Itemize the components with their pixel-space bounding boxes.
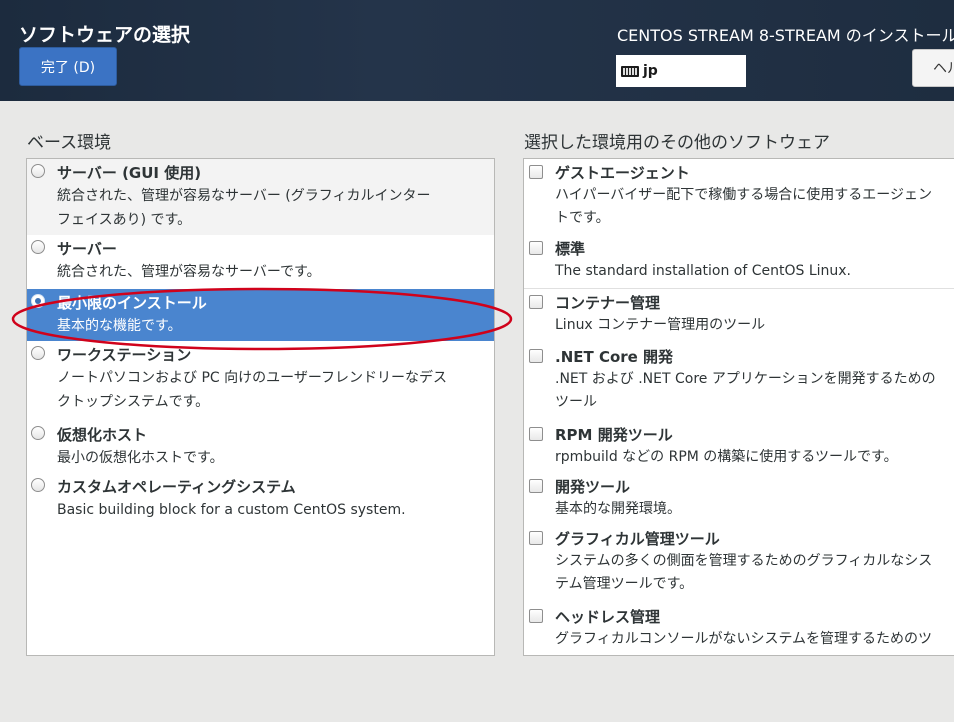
addons-list: ゲストエージェント ハイパーバイザー配下で稼働する場合に使用するエージェン トです… [523,158,954,656]
addon-desc: 基本的な開発環境。 [555,501,681,517]
env-item-virtualization-host[interactable]: 仮想化ホスト 最小の仮想化ホストです。 [27,421,494,473]
addon-name: .NET Core 開発 [555,348,674,366]
addons-label: 選択した環境用のその他のソフトウェア [524,133,830,153]
checkbox[interactable] [529,531,543,545]
env-item-workstation[interactable]: ワークステーション ノートパソコンおよび PC 向けのユーザーフレンドリーなデス… [27,341,494,421]
addon-desc: システムの多くの側面を管理するためのグラフィカルなシス テム管理ツールです。 [555,553,933,592]
addon-desc: Linux コンテナー管理用のツール [555,317,766,333]
keyboard-layout-label: jp [643,63,658,79]
radio-button[interactable] [31,346,45,360]
page-title: ソフトウェアの選択 [19,24,191,46]
keyboard-icon [621,65,639,77]
header-bar: ソフトウェアの選択 完了 (D) CENTOS STREAM 8-STREAM … [0,0,954,101]
radio-button[interactable] [31,478,45,492]
addon-desc: ハイパーバイザー配下で稼働する場合に使用するエージェン トです。 [555,187,933,226]
checkbox[interactable] [529,609,543,623]
env-name: 仮想化ホスト [57,426,148,444]
addon-name: グラフィカル管理ツール [555,530,720,548]
env-desc: 統合された、管理が容易なサーバー (グラフィカルインター フェイスあり) です。 [57,188,431,228]
radio-button[interactable] [31,164,45,178]
addon-desc: グラフィカルコンソールがないシステムを管理するためのツ [555,631,933,647]
addon-name: 標準 [555,240,586,258]
help-button[interactable]: ヘルプ [912,49,954,87]
done-button[interactable]: 完了 (D) [19,47,117,86]
checkbox[interactable] [529,241,543,255]
base-env-label: ベース環境 [27,133,112,153]
install-title: CENTOS STREAM 8-STREAM のインストール [617,26,954,45]
env-desc: ノートパソコンおよび PC 向けのユーザーフレンドリーなデス クトップシステムです… [57,370,447,410]
env-desc: 最小の仮想化ホストです。 [57,450,224,466]
addon-name: ゲストエージェント [555,164,690,182]
addon-item-rpm-dev-tools[interactable]: RPM 開発ツール rpmbuild などの RPM の構築に使用するツールです… [524,421,954,473]
addon-item-graphical-admin-tools[interactable]: グラフィカル管理ツール システムの多くの側面を管理するためのグラフィカルなシステ… [524,525,954,603]
checkbox[interactable] [529,165,543,179]
addon-desc: The standard installation of CentOS Linu… [555,263,852,279]
radio-button[interactable] [31,240,45,254]
env-desc: 基本的な機能です。 [57,318,182,334]
env-item-server[interactable]: サーバー 統合された、管理が容易なサーバーです。 [27,235,494,289]
env-item-custom-os[interactable]: カスタムオペレーティングシステム Basic building block fo… [27,473,494,525]
env-name: カスタムオペレーティングシステム [57,478,296,496]
base-env-list: サーバー (GUI 使用) 統合された、管理が容易なサーバー (グラフィカルイン… [26,158,495,656]
addon-name: 開発ツール [555,478,631,496]
addon-desc: rpmbuild などの RPM の構築に使用するツールです。 [555,449,898,465]
addon-name: RPM 開発ツール [555,426,673,444]
checkbox[interactable] [529,479,543,493]
checkbox[interactable] [529,295,543,309]
env-item-server-gui[interactable]: サーバー (GUI 使用) 統合された、管理が容易なサーバー (グラフィカルイン… [27,159,494,235]
checkbox[interactable] [529,427,543,441]
env-name: サーバー (GUI 使用) [57,164,202,182]
env-item-minimal-install[interactable]: 最小限のインストール 基本的な機能です。 [27,289,494,341]
addon-item-dotnet-core[interactable]: .NET Core 開発 .NET および .NET Core アプリケーション… [524,343,954,421]
addon-item-guest-agents[interactable]: ゲストエージェント ハイパーバイザー配下で稼働する場合に使用するエージェン トです… [524,159,954,235]
env-desc: 統合された、管理が容易なサーバーです。 [57,264,321,280]
env-name: ワークステーション [57,346,192,364]
addon-item-standard[interactable]: 標準 The standard installation of CentOS L… [524,235,954,289]
radio-button-selected[interactable] [31,294,45,308]
addon-desc: .NET および .NET Core アプリケーションを開発するための ツール [555,371,936,410]
addon-name: コンテナー管理 [555,294,661,312]
radio-button[interactable] [31,426,45,440]
checkbox[interactable] [529,349,543,363]
keyboard-layout-indicator[interactable]: jp [616,55,746,87]
env-name: 最小限のインストール [57,294,207,312]
env-desc: Basic building block for a custom CentOS… [57,502,406,518]
env-name: サーバー [57,240,117,258]
addon-item-headless-management[interactable]: ヘッドレス管理 グラフィカルコンソールがないシステムを管理するためのツ [524,603,954,655]
addon-name: ヘッドレス管理 [555,608,661,626]
addon-item-container-management[interactable]: コンテナー管理 Linux コンテナー管理用のツール [524,289,954,343]
addon-item-dev-tools[interactable]: 開発ツール 基本的な開発環境。 [524,473,954,525]
